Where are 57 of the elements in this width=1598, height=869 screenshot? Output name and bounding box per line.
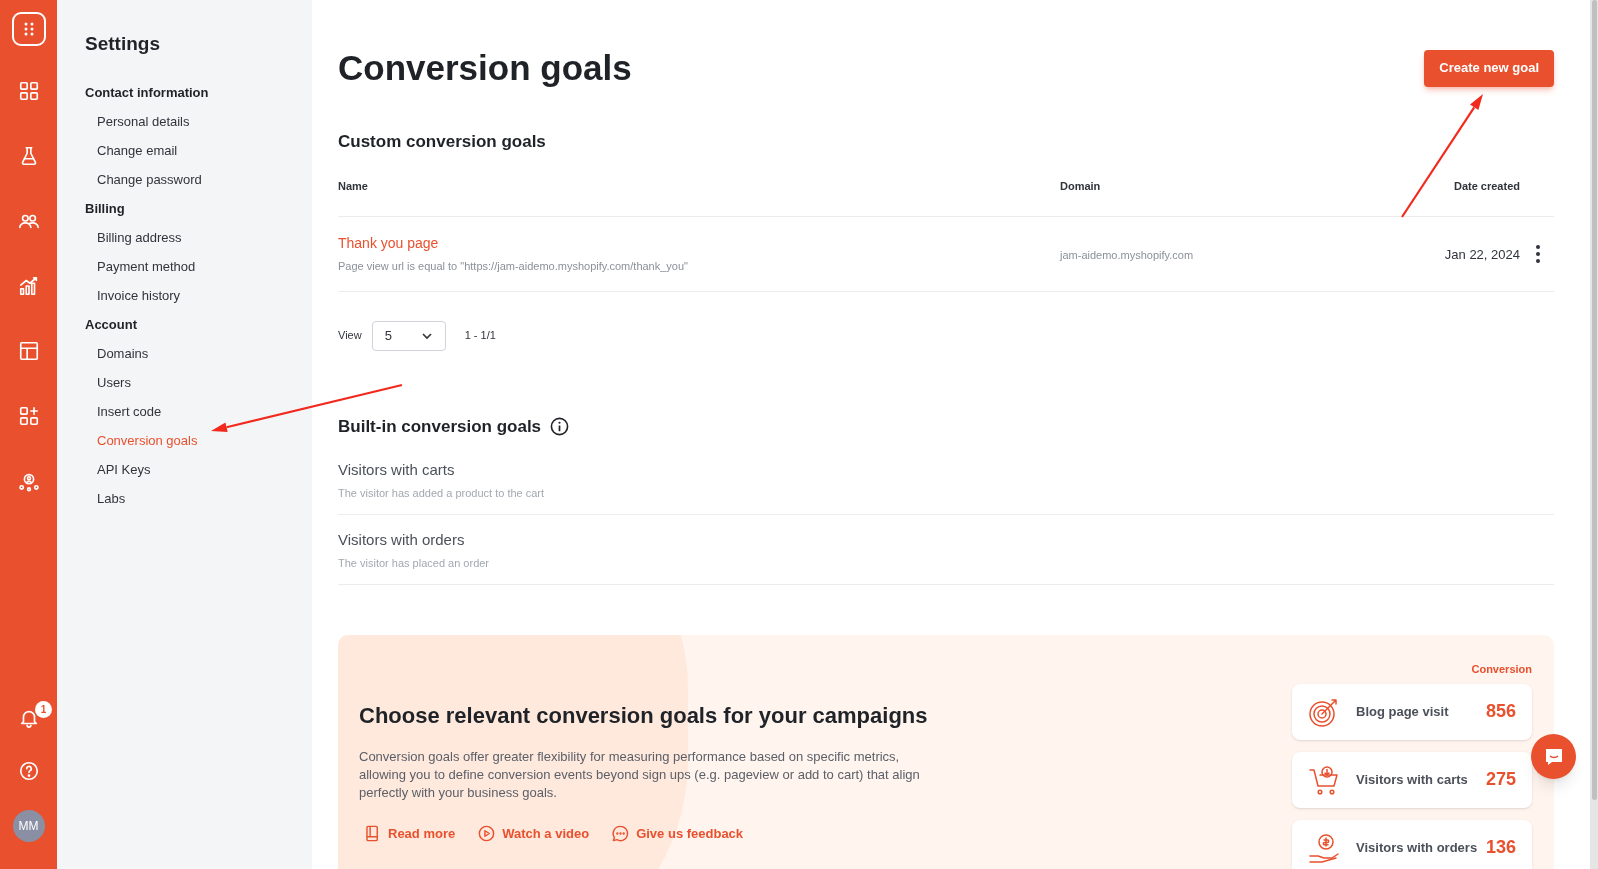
goal-name-link[interactable]: Thank you page	[338, 232, 439, 254]
play-icon	[477, 824, 497, 844]
date-cell: Jan 22, 2024	[1444, 246, 1520, 262]
panel-title: Settings	[85, 32, 161, 56]
stat-value: 856	[1485, 700, 1516, 723]
column-label: Conversion	[1471, 662, 1532, 677]
page-title: Conversion goals	[338, 46, 632, 89]
banner-text: Conversion goals offer greater flexibility for measuring performance based on specific metrics, allowing you to define conversion events beyond sign ups (e.g. pageview or add to cart) that align perfectly with your business goals.	[359, 748, 921, 802]
help-icon[interactable]	[17, 759, 40, 782]
section-heading: Custom conversion goals	[338, 131, 547, 153]
section-heading: Billing	[85, 200, 126, 219]
goal-name: Visitors with carts	[338, 460, 455, 480]
nav-link[interactable]: Change password	[97, 170, 202, 190]
nav-link[interactable]: Invoice history	[97, 286, 181, 306]
nav-link[interactable]: Insert code	[97, 402, 162, 422]
view-label: View	[338, 328, 362, 344]
money-hand-icon	[1308, 831, 1340, 864]
stat-label: Visitors with carts	[1356, 770, 1469, 789]
goal-rule: Page view url is equal to "https://jam-aidemo.myshopify.com/thank_you"	[338, 258, 688, 274]
nav-link[interactable]: Change email	[97, 141, 178, 161]
goal-name: Visitors with orders	[338, 530, 465, 550]
domain-cell: jam-aidemo.myshopify.com	[1060, 248, 1194, 261]
stat-value: 136	[1485, 836, 1516, 859]
column-header: Date created	[1453, 179, 1520, 192]
nav-link[interactable]: Conversion goals	[97, 431, 198, 451]
chat-button[interactable]	[1531, 734, 1576, 779]
chat-icon	[611, 824, 631, 844]
logo-icon[interactable]	[11, 12, 46, 46]
column-header: Domain	[1060, 179, 1101, 192]
page-size-dropdown[interactable]: 5	[371, 320, 446, 351]
nav-link[interactable]: Users	[97, 373, 131, 393]
stat-label: Blog page visit	[1356, 702, 1450, 721]
nav-link[interactable]: Labs	[97, 489, 126, 509]
layout-icon[interactable]	[17, 339, 40, 362]
banner-title: Choose relevant conversion goals for your campaigns	[359, 702, 929, 730]
stat-value: 275	[1485, 768, 1516, 791]
create-goal-button[interactable]: Create new goal	[1424, 49, 1554, 87]
info-icon[interactable]	[550, 416, 570, 436]
nav-link[interactable]: Billing address	[97, 228, 182, 248]
add-apps-icon[interactable]	[17, 404, 40, 427]
nav-link[interactable]: Payment method	[97, 257, 196, 277]
section-heading: Account	[85, 316, 138, 335]
column-header: Name	[338, 179, 368, 192]
goal-description: The visitor has placed an order	[338, 555, 490, 571]
nav-link[interactable]: Personal details	[97, 112, 190, 132]
cart-icon	[1308, 763, 1340, 796]
nav-link[interactable]: API Keys	[97, 460, 151, 480]
goal-description: The visitor has added a product to the cart	[338, 485, 545, 501]
grid-icon[interactable]	[17, 79, 40, 102]
nav-link[interactable]: Domains	[97, 344, 149, 364]
scrollbar[interactable]	[1590, 0, 1598, 869]
section-heading: Built-in conversion goals	[338, 415, 542, 438]
stat-label: Visitors with orders	[1356, 838, 1479, 857]
section-heading: Contact information	[85, 84, 210, 103]
page-range: 1 - 1/1	[464, 328, 496, 344]
notification-badge: 1	[35, 701, 52, 718]
bar-chart-icon[interactable]	[17, 274, 40, 297]
